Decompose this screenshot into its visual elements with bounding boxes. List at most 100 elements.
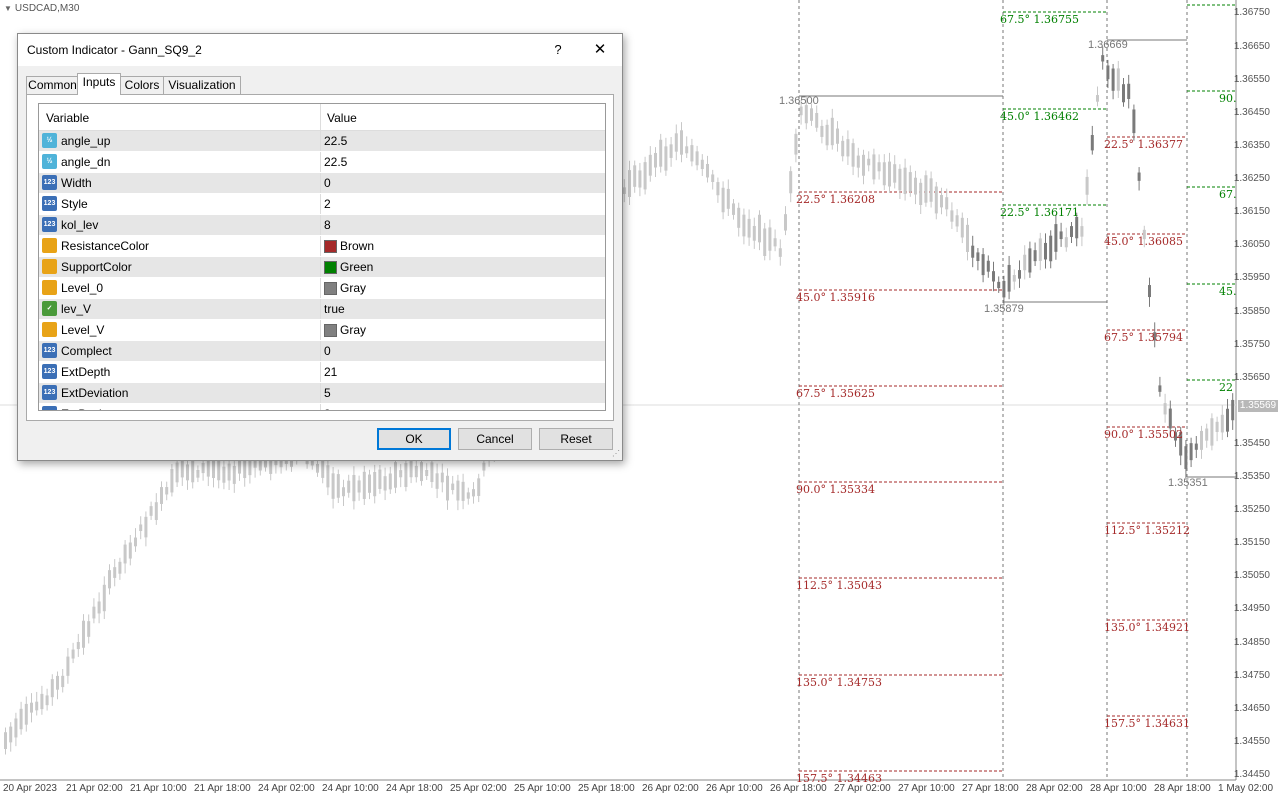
tab-colors[interactable]: Colors — [120, 76, 164, 94]
candle-body — [102, 584, 106, 612]
param-value[interactable]: 3 — [324, 407, 331, 410]
candle-body — [1075, 216, 1079, 239]
candle-body — [482, 462, 486, 471]
ok-button[interactable]: OK — [377, 428, 451, 450]
candle-body — [149, 506, 153, 516]
table-row[interactable]: Level_0 Gray — [39, 278, 605, 299]
candle-body — [1210, 418, 1214, 446]
param-value[interactable]: 22.5 — [324, 155, 347, 169]
time-axis-label: 21 Apr 10:00 — [130, 783, 187, 794]
candle-body — [841, 140, 845, 157]
dialog-title: Custom Indicator - Gann_SQ9_2 — [27, 43, 202, 57]
column-divider — [320, 173, 321, 193]
reset-button[interactable]: Reset — [539, 428, 613, 450]
help-icon[interactable]: ? — [548, 40, 568, 60]
tab-common[interactable]: Common — [26, 76, 79, 94]
table-row[interactable]: ½ angle_up 22.5 — [39, 131, 605, 152]
param-value[interactable]: Green — [340, 260, 373, 274]
candle-body — [893, 164, 897, 183]
tab-inputs[interactable]: Inputs — [77, 73, 121, 95]
collapse-triangle-icon[interactable]: ▼ — [4, 4, 12, 13]
gann-level-label: 157.5° 1.34463 — [796, 772, 882, 785]
candle-body — [180, 460, 184, 478]
param-value[interactable]: Gray — [340, 323, 366, 337]
inputs-table: Variable Value ½ angle_up 22.5 ½ angle_dn 22.… — [38, 103, 606, 411]
candle-body — [638, 170, 642, 188]
price-axis-label: 1.36650 — [1233, 41, 1270, 52]
table-row[interactable]: 123 kol_lev 8 — [39, 215, 605, 236]
candle-body — [919, 182, 923, 205]
time-axis-label: 1 May 02:00 — [1218, 783, 1274, 794]
param-value[interactable]: 22.5 — [324, 134, 347, 148]
param-value[interactable]: 21 — [324, 365, 337, 379]
price-axis-label: 1.35650 — [1233, 372, 1270, 383]
candle-body — [170, 469, 174, 493]
gann-level-label: 22.5° 1.36377 — [1104, 138, 1183, 151]
column-divider — [320, 278, 321, 298]
table-row[interactable]: 123 ExtDepth 21 — [39, 362, 605, 383]
param-value[interactable]: 8 — [324, 218, 331, 232]
candle-body — [908, 172, 912, 192]
candle-body — [175, 462, 179, 483]
param-value[interactable]: 5 — [324, 386, 331, 400]
param-value[interactable]: Gray — [340, 281, 366, 295]
param-name: Level_V — [61, 323, 105, 337]
table-row[interactable]: ✓ lev_V true — [39, 299, 605, 320]
candle-body — [368, 474, 371, 493]
gann-level-label: 67. — [1219, 188, 1237, 201]
param-value[interactable]: 0 — [324, 344, 331, 358]
gann-level-label: 22.5° 1.36208 — [796, 193, 875, 206]
candle-body — [383, 476, 387, 491]
candle-body — [113, 567, 117, 578]
column-header-variable[interactable]: Variable — [46, 111, 89, 125]
table-row[interactable]: ResistanceColor Brown — [39, 236, 605, 257]
close-icon[interactable]: ✕ — [590, 40, 610, 60]
table-row[interactable]: ½ angle_dn 22.5 — [39, 152, 605, 173]
param-value[interactable]: Brown — [340, 239, 374, 253]
table-row[interactable]: 123 ExtDeviation 5 — [39, 383, 605, 404]
candle-body — [758, 214, 761, 243]
candle-body — [815, 112, 819, 128]
candle-body — [1090, 135, 1094, 151]
candle-body — [222, 466, 226, 483]
candle-body — [877, 162, 881, 172]
candle-body — [352, 474, 356, 502]
candle-body — [1163, 403, 1167, 415]
table-row[interactable]: Level_V Gray — [39, 320, 605, 341]
candle-body — [56, 675, 59, 690]
gann-level-label: 135.0° 1.34921 — [1104, 621, 1190, 634]
table-row[interactable]: 123 Style 2 — [39, 194, 605, 215]
resize-grip-icon[interactable]: ⋰ — [612, 450, 620, 458]
candle-body — [1158, 385, 1162, 392]
param-value[interactable]: 2 — [324, 197, 331, 211]
candle-body — [160, 487, 163, 504]
candle-body — [87, 621, 91, 637]
cancel-button[interactable]: Cancel — [458, 428, 532, 450]
table-row[interactable]: 123 Complect 0 — [39, 341, 605, 362]
candle-body — [898, 168, 902, 191]
param-value[interactable]: true — [324, 302, 345, 316]
color-type-icon — [42, 238, 57, 253]
candle-body — [862, 154, 865, 176]
candle-body — [1054, 224, 1058, 252]
tab-visualization[interactable]: Visualization — [163, 76, 241, 94]
price-axis-label: 1.34750 — [1233, 670, 1270, 681]
column-header-value[interactable]: Value — [327, 111, 357, 125]
candle-body — [825, 124, 829, 146]
candle-body — [1106, 65, 1110, 80]
candle-body — [466, 492, 470, 499]
table-row[interactable]: 123 Width 0 — [39, 173, 605, 194]
candle-body — [628, 170, 631, 197]
table-row[interactable]: SupportColor Green — [39, 257, 605, 278]
param-value[interactable]: 0 — [324, 176, 331, 190]
candle-body — [9, 726, 13, 743]
candle-body — [648, 154, 652, 176]
gann-level-label: 90.0° 1.35334 — [796, 483, 875, 496]
color-swatch — [324, 282, 337, 295]
table-row[interactable]: 123 ExtBackstep 3 — [39, 404, 605, 410]
column-divider[interactable] — [320, 104, 321, 130]
candle-body — [472, 489, 475, 497]
time-axis-label: 27 Apr 18:00 — [962, 783, 1019, 794]
symbol-label: USDCAD,M30 — [14, 3, 80, 14]
dialog-titlebar[interactable]: Custom Indicator - Gann_SQ9_2 ? ✕ — [18, 34, 622, 66]
